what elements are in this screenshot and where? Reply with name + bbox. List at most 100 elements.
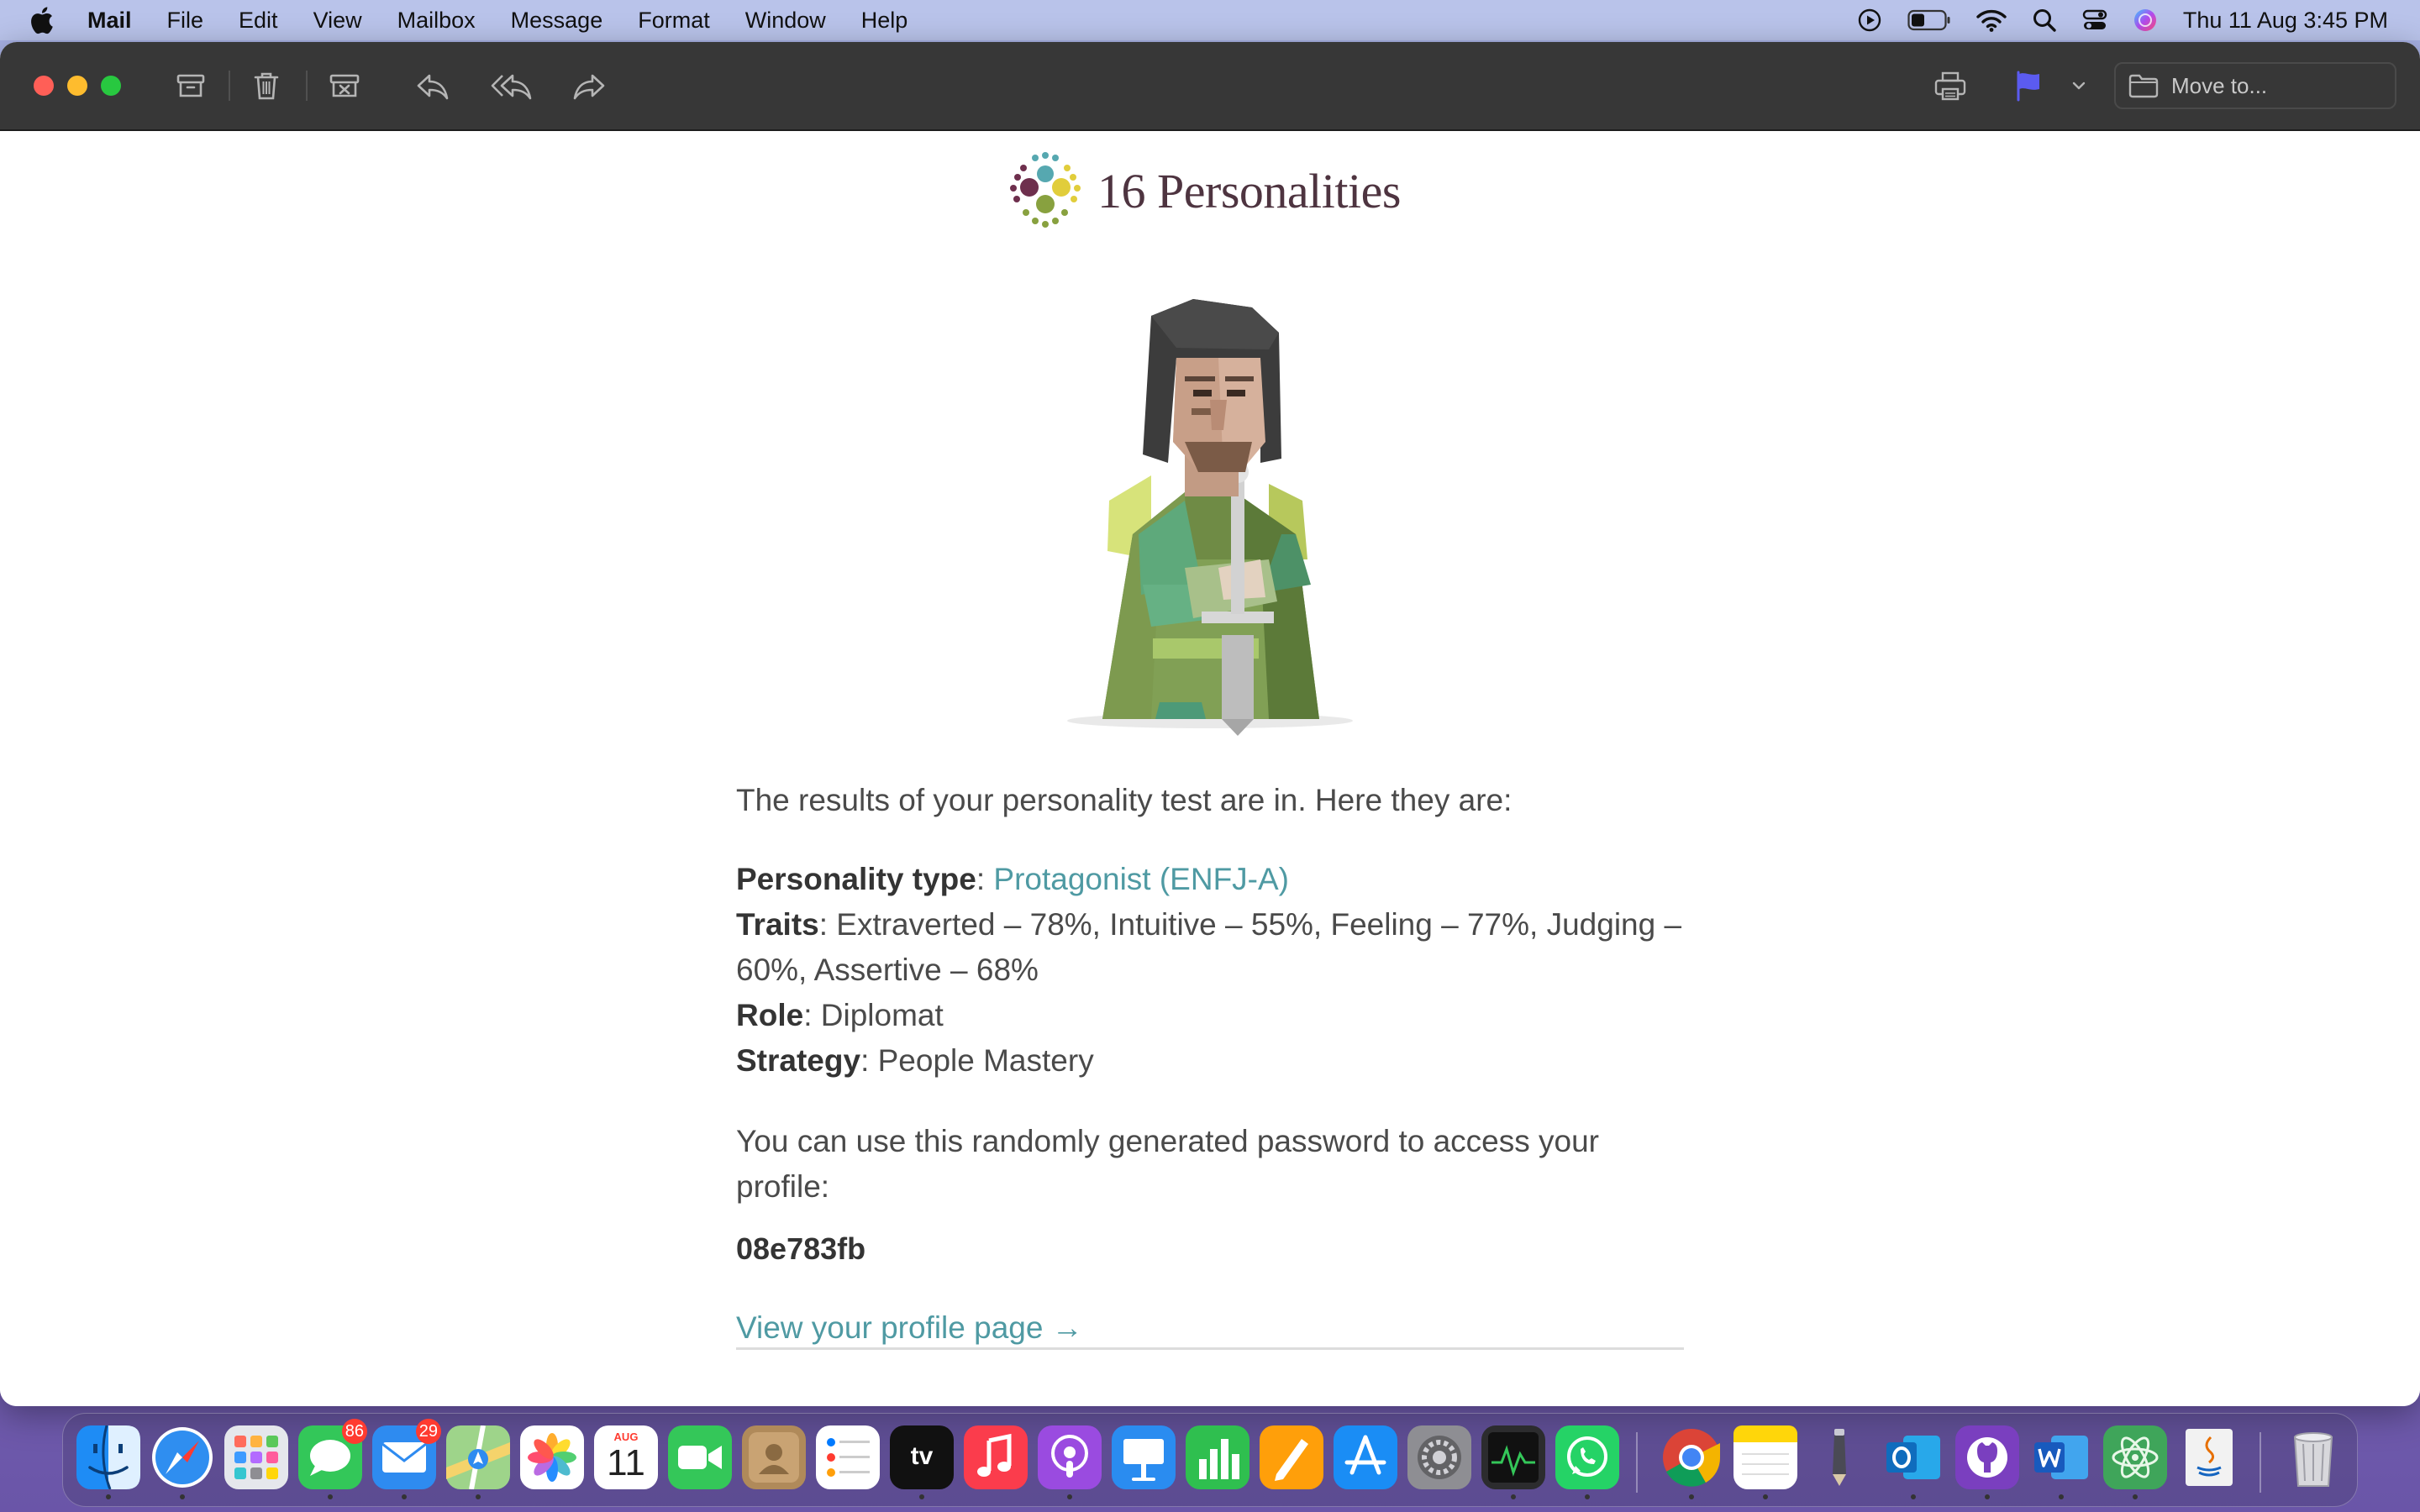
strategy-line: Strategy: People Mastery [736,1043,1094,1078]
running-indicator [106,1494,111,1499]
running-indicator [1067,1494,1072,1499]
menu-app-name[interactable]: Mail [87,8,132,34]
dock-separator [2260,1432,2261,1493]
running-indicator [1585,1494,1590,1499]
dock-pages-icon[interactable] [1260,1425,1323,1489]
running-indicator [919,1494,924,1499]
dock-mail-icon[interactable]: 29 [372,1419,441,1499]
strategy-value: People Mastery [877,1043,1094,1078]
play-circle-icon[interactable] [1857,8,1882,33]
dock-music-icon[interactable] [964,1425,1028,1489]
battery-icon[interactable] [1907,9,1951,31]
running-indicator [2133,1494,2138,1499]
dock-system-preferences-icon[interactable] [1407,1425,1471,1489]
email-content: The results of your personality test are… [736,778,1684,1351]
dock-word-icon[interactable] [2029,1425,2093,1499]
dock-maps-icon[interactable] [446,1425,510,1499]
dock-reminders-icon[interactable] [816,1425,880,1489]
logo-text: 16 Personalities [1097,163,1401,218]
dock-launchpad-icon[interactable] [224,1425,288,1489]
personality-type-link[interactable]: Protagonist (ENFJ-A) [993,862,1289,896]
dock: 86 29 AUG 11 tv [62,1413,2358,1507]
running-indicator [1763,1494,1768,1499]
dock-atom-icon[interactable] [2103,1425,2167,1499]
strategy-label: Strategy [736,1043,861,1078]
minimize-window-button[interactable] [67,76,87,96]
running-indicator [1911,1494,1916,1499]
running-indicator [1511,1494,1516,1499]
siri-icon[interactable] [2133,8,2158,33]
apple-menu-icon[interactable] [29,6,66,34]
running-indicator [402,1494,407,1499]
forward-icon[interactable] [568,66,610,106]
clock[interactable]: Thu 11 Aug 3:45 PM [2183,8,2388,34]
calendar-day: 11 [607,1442,645,1483]
dock-numbers-icon[interactable] [1186,1425,1249,1489]
menu-window[interactable]: Window [745,8,826,34]
archive-icon[interactable] [171,66,210,106]
dock-github-desktop-icon[interactable] [1955,1425,2019,1499]
dock-separator [1636,1432,1638,1493]
traits-label: Traits [736,907,819,942]
logo-dots-icon [1010,152,1081,228]
flag-icon[interactable] [2012,66,2045,106]
menu-format[interactable]: Format [638,8,710,34]
move-to-label: Move to... [2171,72,2268,98]
flag-menu-chevron-down-icon[interactable] [2069,66,2089,106]
dock-tv-icon[interactable]: tv [890,1425,954,1499]
dock-facetime-icon[interactable] [668,1425,732,1489]
dock-podcasts-icon[interactable] [1038,1425,1102,1499]
menu-help[interactable]: Help [861,8,908,34]
view-profile-link[interactable]: View your profile page → [736,1305,1684,1351]
dock-outlook-icon[interactable] [1881,1425,1945,1499]
wifi-icon[interactable] [1976,8,2007,32]
dock-chrome-icon[interactable] [1660,1425,1723,1499]
dock-keynote-icon[interactable] [1112,1425,1176,1489]
tv-label: tv [910,1442,934,1470]
zoom-window-button[interactable] [101,76,121,96]
junk-icon[interactable] [324,66,365,106]
personality-type-label: Personality type [736,862,976,896]
print-icon[interactable] [1931,66,1970,106]
move-to-button[interactable]: Move to... [2114,62,2396,109]
reply-icon[interactable] [412,66,454,106]
toolbar: Move to... [0,42,2420,131]
mail-window: Move to... 16 Personalities The results … [0,42,2420,1406]
dock-safari-icon[interactable] [150,1425,214,1499]
password-intro: You can use this randomly generated pass… [736,1124,1600,1204]
running-indicator [2059,1494,2064,1499]
intro-text: The results of your personality test are… [736,783,1512,817]
dock-photos-icon[interactable] [520,1425,584,1489]
dock-finder-icon[interactable] [76,1425,140,1499]
running-indicator [1689,1494,1694,1499]
mail-badge: 29 [415,1419,441,1444]
dock-contacts-icon[interactable] [742,1425,806,1489]
dock-pen-icon[interactable] [1807,1425,1871,1489]
dock-whatsapp-icon[interactable] [1555,1425,1619,1499]
control-center-icon[interactable] [2082,8,2107,33]
dock-notes-icon[interactable] [1733,1425,1797,1499]
running-indicator [1985,1494,1990,1499]
spotlight-search-icon[interactable] [2032,8,2057,33]
16personalities-logo[interactable]: 16 Personalities [1002,144,1401,237]
dock-java-icon[interactable] [2177,1425,2241,1489]
calendar-month: AUG [613,1431,639,1443]
dock-calendar-icon[interactable]: AUG 11 [594,1425,658,1489]
password-value: 08e783fb [736,1231,866,1266]
close-window-button[interactable] [34,76,54,96]
message-body: 16 Personalities The results of your per… [0,131,2420,1406]
personality-type-line: Personality type: Protagonist (ENFJ-A) [736,862,1289,896]
menu-view[interactable]: View [313,8,362,34]
menu-file[interactable]: File [167,8,204,34]
trash-icon[interactable] [247,66,286,106]
folder-icon [2128,73,2160,98]
dock-app-store-icon[interactable] [1334,1425,1397,1489]
dock-messages-icon[interactable]: 86 [298,1419,367,1499]
reply-all-icon[interactable] [489,66,536,106]
menu-message[interactable]: Message [511,8,603,34]
dock-trash-icon[interactable] [2281,1425,2345,1489]
menu-mailbox[interactable]: Mailbox [397,8,476,34]
dock-activity-monitor-icon[interactable] [1481,1425,1545,1499]
role-line: Role: Diplomat [736,998,944,1032]
menu-edit[interactable]: Edit [239,8,278,34]
